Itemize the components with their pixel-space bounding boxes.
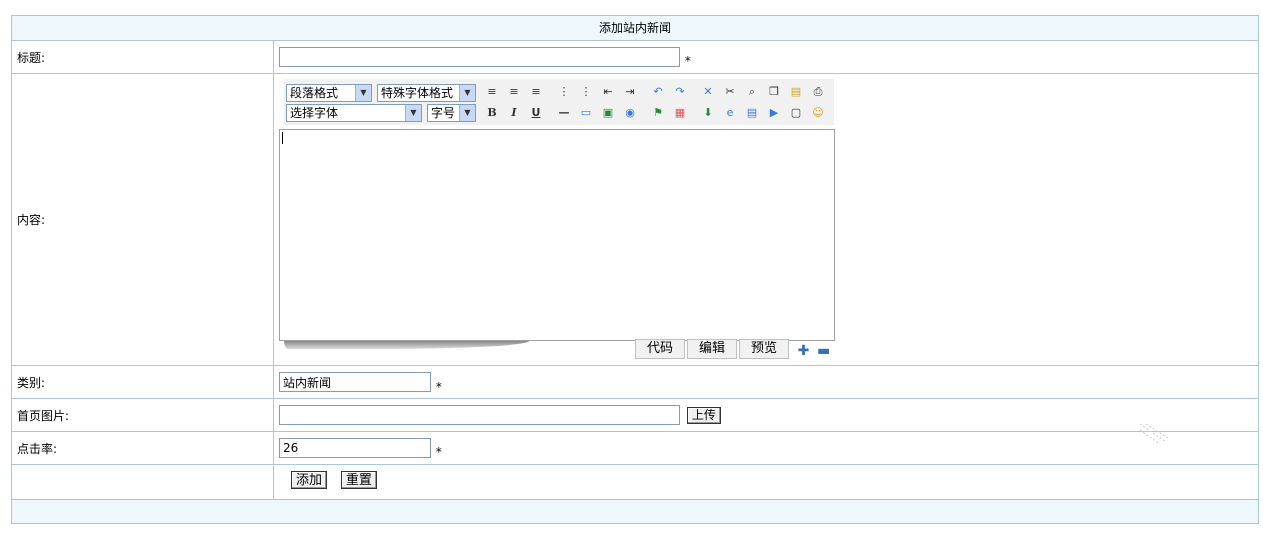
special-char-icon[interactable]: ▢ [788,105,804,121]
chevron-down-icon: ▼ [459,105,475,121]
editor-content-area[interactable] [279,129,835,341]
actions-label-cell [12,465,274,499]
actions-row: 添加 重置 [12,465,1258,500]
insert-media-icon[interactable]: ◉ [622,105,638,121]
align-center-icon[interactable]: ≡ [506,84,522,100]
font-size-select[interactable]: 字号 ▼ [427,104,476,122]
redo-icon[interactable]: ↷ [672,84,688,100]
table-icon[interactable]: ▤ [744,105,760,121]
category-input[interactable] [279,372,431,392]
title-value-cell: * [274,41,1258,73]
underline-icon[interactable]: U [528,105,544,121]
horizontal-rule-icon[interactable]: — [556,105,572,121]
chevron-down-icon: ▼ [459,85,475,101]
home-image-label: 首页图片: [12,399,274,431]
home-image-value-cell: 上传 [274,399,1258,431]
special-font-format-value: 特殊字体格式 [381,86,454,100]
reset-button[interactable]: 重置 [340,471,377,489]
hits-row: 点击率: * [12,432,1258,465]
color-palette-icon[interactable]: ▦ [672,105,688,121]
chevron-down-icon: ▼ [355,85,371,101]
web-link-icon[interactable]: e [722,105,738,121]
home-image-row: 首页图片: 上传 [12,399,1258,432]
align-right-icon[interactable]: ≡ [528,84,544,100]
link-icon[interactable]: ⚑ [650,105,666,121]
category-value-cell: * [274,366,1258,398]
print-icon[interactable]: ⎙ [810,84,826,100]
title-row: 标题: * [12,41,1258,74]
undo-icon[interactable]: ↶ [650,84,666,100]
category-row: 类别: * [12,366,1258,399]
title-input[interactable] [279,47,680,67]
content-value-cell: 段落格式 ▼ 特殊字体格式 ▼ 选择字体 ▼ 字号 ▼ ≡ ≡ ≡ ⋮ ⋮ ⇤ … [274,74,1258,365]
tab-preview[interactable]: 预览 [739,339,789,359]
indent-icon[interactable]: ⇥ [622,84,638,100]
font-select-value: 选择字体 [290,106,339,120]
form-title: 添加站内新闻 [598,21,671,35]
italic-icon[interactable]: I [506,105,522,121]
content-label: 内容: [12,74,274,365]
required-mark: * [684,54,691,68]
delete-icon[interactable]: ✕ [700,84,716,100]
resize-grip-icon [1139,423,1168,444]
cut-icon[interactable]: ✂ [722,84,738,100]
hits-label: 点击率: [12,432,274,464]
align-left-icon[interactable]: ≡ [484,84,500,100]
tab-code[interactable]: 代码 [635,339,685,359]
title-label: 标题: [12,41,274,73]
insert-image-icon[interactable]: ▣ [600,105,616,121]
category-label: 类别: [12,366,274,398]
chevron-down-icon: ▼ [405,105,421,121]
paste-icon[interactable]: ▤ [788,84,804,100]
copy-icon[interactable]: ❐ [766,84,782,100]
font-size-value: 字号 [431,106,456,120]
paragraph-format-select[interactable]: 段落格式 ▼ [286,84,372,102]
content-row: 内容: 段落格式 ▼ 特殊字体格式 ▼ 选择字体 ▼ 字号 ▼ ≡ ≡ ≡ ⋮ … [12,74,1258,366]
numbered-list-icon[interactable]: ⋮ [578,84,594,100]
required-mark: * [435,445,442,459]
form-footer [12,500,1258,523]
hits-input[interactable] [279,438,431,458]
required-mark: * [435,379,442,394]
editor-shadow [284,341,529,349]
text-caret [282,132,283,144]
add-button[interactable]: 添加 [291,471,328,489]
expand-plus-icon[interactable]: ✚ [797,344,810,358]
home-image-input[interactable] [279,405,680,425]
outdent-icon[interactable]: ⇤ [600,84,616,100]
upload-button[interactable]: 上传 [686,407,721,424]
flash-icon[interactable]: ▶ [766,105,782,121]
paragraph-format-value: 段落格式 [290,86,339,100]
hits-value-cell: * [274,432,1258,464]
add-news-form: 添加站内新闻 标题: * 内容: 段落格式 ▼ 特殊字体格式 ▼ 选择字体 ▼ … [11,15,1259,524]
emoticon-icon[interactable]: ☺ [810,105,826,121]
special-font-format-select[interactable]: 特殊字体格式 ▼ [377,84,476,102]
font-select[interactable]: 选择字体 ▼ [286,104,422,122]
shrink-minus-icon[interactable]: ▬ [817,344,830,358]
bulleted-list-icon[interactable]: ⋮ [556,84,572,100]
download-icon[interactable]: ⬇ [700,105,716,121]
form-header: 添加站内新闻 [12,16,1258,41]
bold-icon[interactable]: B [484,105,500,121]
tab-edit[interactable]: 编辑 [687,339,737,359]
editor-toolbar: 段落格式 ▼ 特殊字体格式 ▼ 选择字体 ▼ 字号 ▼ ≡ ≡ ≡ ⋮ ⋮ ⇤ … [284,79,834,125]
insert-frame-icon[interactable]: ▭ [578,105,594,121]
find-icon[interactable]: ⌕ [744,84,760,100]
actions-value-cell: 添加 重置 [274,465,1258,499]
